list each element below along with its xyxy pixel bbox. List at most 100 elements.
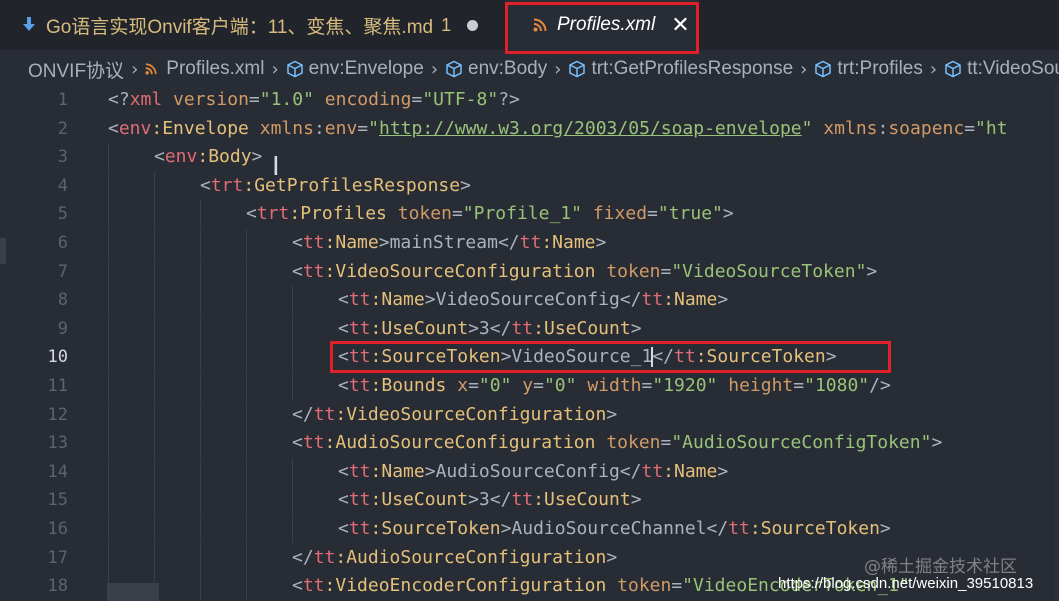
code-token: "VideoSourceToken" <box>671 260 867 282</box>
indent-guide <box>154 171 155 200</box>
breadcrumb-item-body[interactable]: env:Body <box>445 58 547 80</box>
code-line[interactable]: 3 <env:Body> <box>0 143 1059 172</box>
code-token: tt <box>511 489 534 511</box>
code-token: = <box>451 203 463 225</box>
breadcrumb-item-file[interactable]: Profiles.xml <box>145 58 264 80</box>
code-token: < <box>292 260 303 282</box>
code-line[interactable]: 7 <tt:VideoSourceConfiguration token="Vid… <box>0 257 1059 286</box>
code-token: </ <box>497 232 520 253</box>
breadcrumb-item-getprofilesresponse[interactable]: trt:GetProfilesResponse <box>568 58 793 80</box>
line-number: 1 <box>57 90 68 110</box>
code-line[interactable]: 12 </tt:VideoSourceConfiguration> <box>0 400 1059 429</box>
code-line[interactable]: 13 <tt:AudioSourceConfiguration token="Au… <box>0 429 1059 458</box>
breadcrumb: ONVIF协议 › Profiles.xml › env:Envelope › … <box>0 52 1059 86</box>
code-token: :UseCount <box>533 317 631 339</box>
code-token: : <box>877 117 889 139</box>
code-line[interactable]: 2 <env:Envelope xmlns:env="http://www.w3.… <box>0 115 1059 143</box>
code-token: AudioSourceChannel <box>511 518 707 539</box>
breadcrumb-item-folder[interactable]: ONVIF协议 <box>28 56 124 83</box>
code-line[interactable]: 16 <tt:SourceToken>AudioSourceChannel</tt… <box>0 515 1059 543</box>
breadcrumb-label: env:Envelope <box>308 58 424 79</box>
code-token: :Envelope <box>151 117 249 139</box>
indent-guide <box>246 457 247 486</box>
breadcrumb-label: env:Body <box>468 58 548 79</box>
code-line[interactable]: 6 <tt:Name>mainStream</tt:Name> <box>0 229 1059 257</box>
breadcrumb-item-envelope[interactable]: env:Envelope <box>286 58 424 80</box>
code-text: <tt:VideoSourceConfiguration token="Vide… <box>292 258 877 286</box>
code-text: <env:Body> <box>154 143 262 171</box>
breadcrumb-label: trt:Profiles <box>837 58 923 79</box>
code-line[interactable]: 5 <trt:Profiles token="Profile_1" fixed="… <box>0 200 1059 229</box>
markdown-download-icon <box>22 16 36 34</box>
vertical-scrollbar[interactable] <box>1055 86 1059 601</box>
code-token: :Name <box>324 232 379 253</box>
code-line[interactable]: 1 <?xml version="1.0" encoding="UTF-8"?> <box>0 86 1059 114</box>
code-token: tt <box>348 375 371 396</box>
indent-guide <box>200 314 201 343</box>
code-line[interactable]: 4 <trt:GetProfilesResponse> <box>0 171 1059 200</box>
indent-guide <box>108 543 109 572</box>
code-token: > <box>879 518 891 539</box>
tab-bar: Go语言实现Onvif客户端：11、变焦、聚焦.md 1 Profiles.xm… <box>0 0 1059 50</box>
breadcrumb-item-videosourceconfiguration[interactable]: tt:VideoSourceConfiguration <box>944 58 1059 80</box>
indent-guide <box>108 486 109 515</box>
indent-guide <box>200 400 201 429</box>
indent-guide <box>154 400 155 429</box>
unsaved-dot-icon[interactable] <box>467 19 479 31</box>
close-icon[interactable]: ✕ <box>671 13 689 38</box>
code-token: </ <box>489 489 512 511</box>
tab-profiles-xml[interactable]: Profiles.xml ✕ <box>505 0 698 50</box>
code-token: > <box>468 489 479 511</box>
code-token: "Profile_1" <box>462 203 582 225</box>
horizontal-scrollbar[interactable] <box>107 583 159 601</box>
code-token: AudioSourceConfig <box>435 460 620 482</box>
code-token: :SourceToken <box>370 518 501 539</box>
code-editor[interactable]: 1 <?xml version="1.0" encoding="UTF-8"?> 2… <box>0 86 1059 601</box>
code-token: > <box>251 146 263 168</box>
indent-guide <box>246 543 247 572</box>
chevron-right-icon: › <box>430 58 439 80</box>
code-token: = <box>411 89 423 110</box>
code-token: trt <box>256 203 290 225</box>
code-token: = <box>964 117 976 139</box>
code-token: tt <box>348 460 371 482</box>
code-line[interactable]: 14 <tt:Name>AudioSourceConfig</tt:Name> <box>0 457 1059 486</box>
code-token: : <box>313 117 325 139</box>
code-token: height <box>728 375 794 396</box>
breadcrumb-item-profiles[interactable]: trt:Profiles <box>814 58 923 80</box>
code-token: :Bounds <box>370 375 447 396</box>
code-token: "true" <box>657 203 723 225</box>
indent-guide <box>200 343 201 372</box>
code-token: > <box>378 232 390 253</box>
indent-guide <box>292 286 293 315</box>
indent-guide <box>200 429 201 458</box>
code-token: :AudioSourceConfiguration <box>324 432 596 454</box>
code-token: > <box>722 203 734 225</box>
tab-markdown-file[interactable]: Go语言实现Onvif客户端：11、变焦、聚焦.md 1 <box>0 0 505 50</box>
code-token: xml <box>129 89 163 110</box>
code-token: <? <box>108 89 130 110</box>
code-token: :VideoSourceConfiguration <box>324 260 596 282</box>
code-line[interactable]: 15 <tt:UseCount>3</tt:UseCount> <box>0 486 1059 515</box>
code-token: = <box>468 375 479 396</box>
code-token: < <box>338 518 349 539</box>
code-token: > <box>460 174 471 196</box>
indent-guide <box>292 457 293 486</box>
text-cursor-icon: I <box>272 152 280 182</box>
code-token: mainStream <box>389 232 498 253</box>
code-token: :Name <box>370 289 425 311</box>
code-token: > <box>606 546 618 568</box>
code-token: < <box>338 289 349 311</box>
code-line[interactable]: 10 <tt:SourceToken>VideoSource_1</tt:Sour… <box>0 343 1059 372</box>
code-line[interactable]: 9 <tt:UseCount>3</tt:UseCount> <box>0 314 1059 343</box>
code-text: <tt:UseCount>3</tt:UseCount> <box>338 486 642 514</box>
code-token: env <box>118 117 152 139</box>
code-token: "0" <box>478 375 512 396</box>
code-line[interactable]: 11 <tt:Bounds x="0" y="0" width="1920" he… <box>0 372 1059 400</box>
indent-guide <box>108 343 109 372</box>
code-line[interactable]: 8 <tt:Name>VideoSourceConfig</tt:Name> <box>0 286 1059 315</box>
